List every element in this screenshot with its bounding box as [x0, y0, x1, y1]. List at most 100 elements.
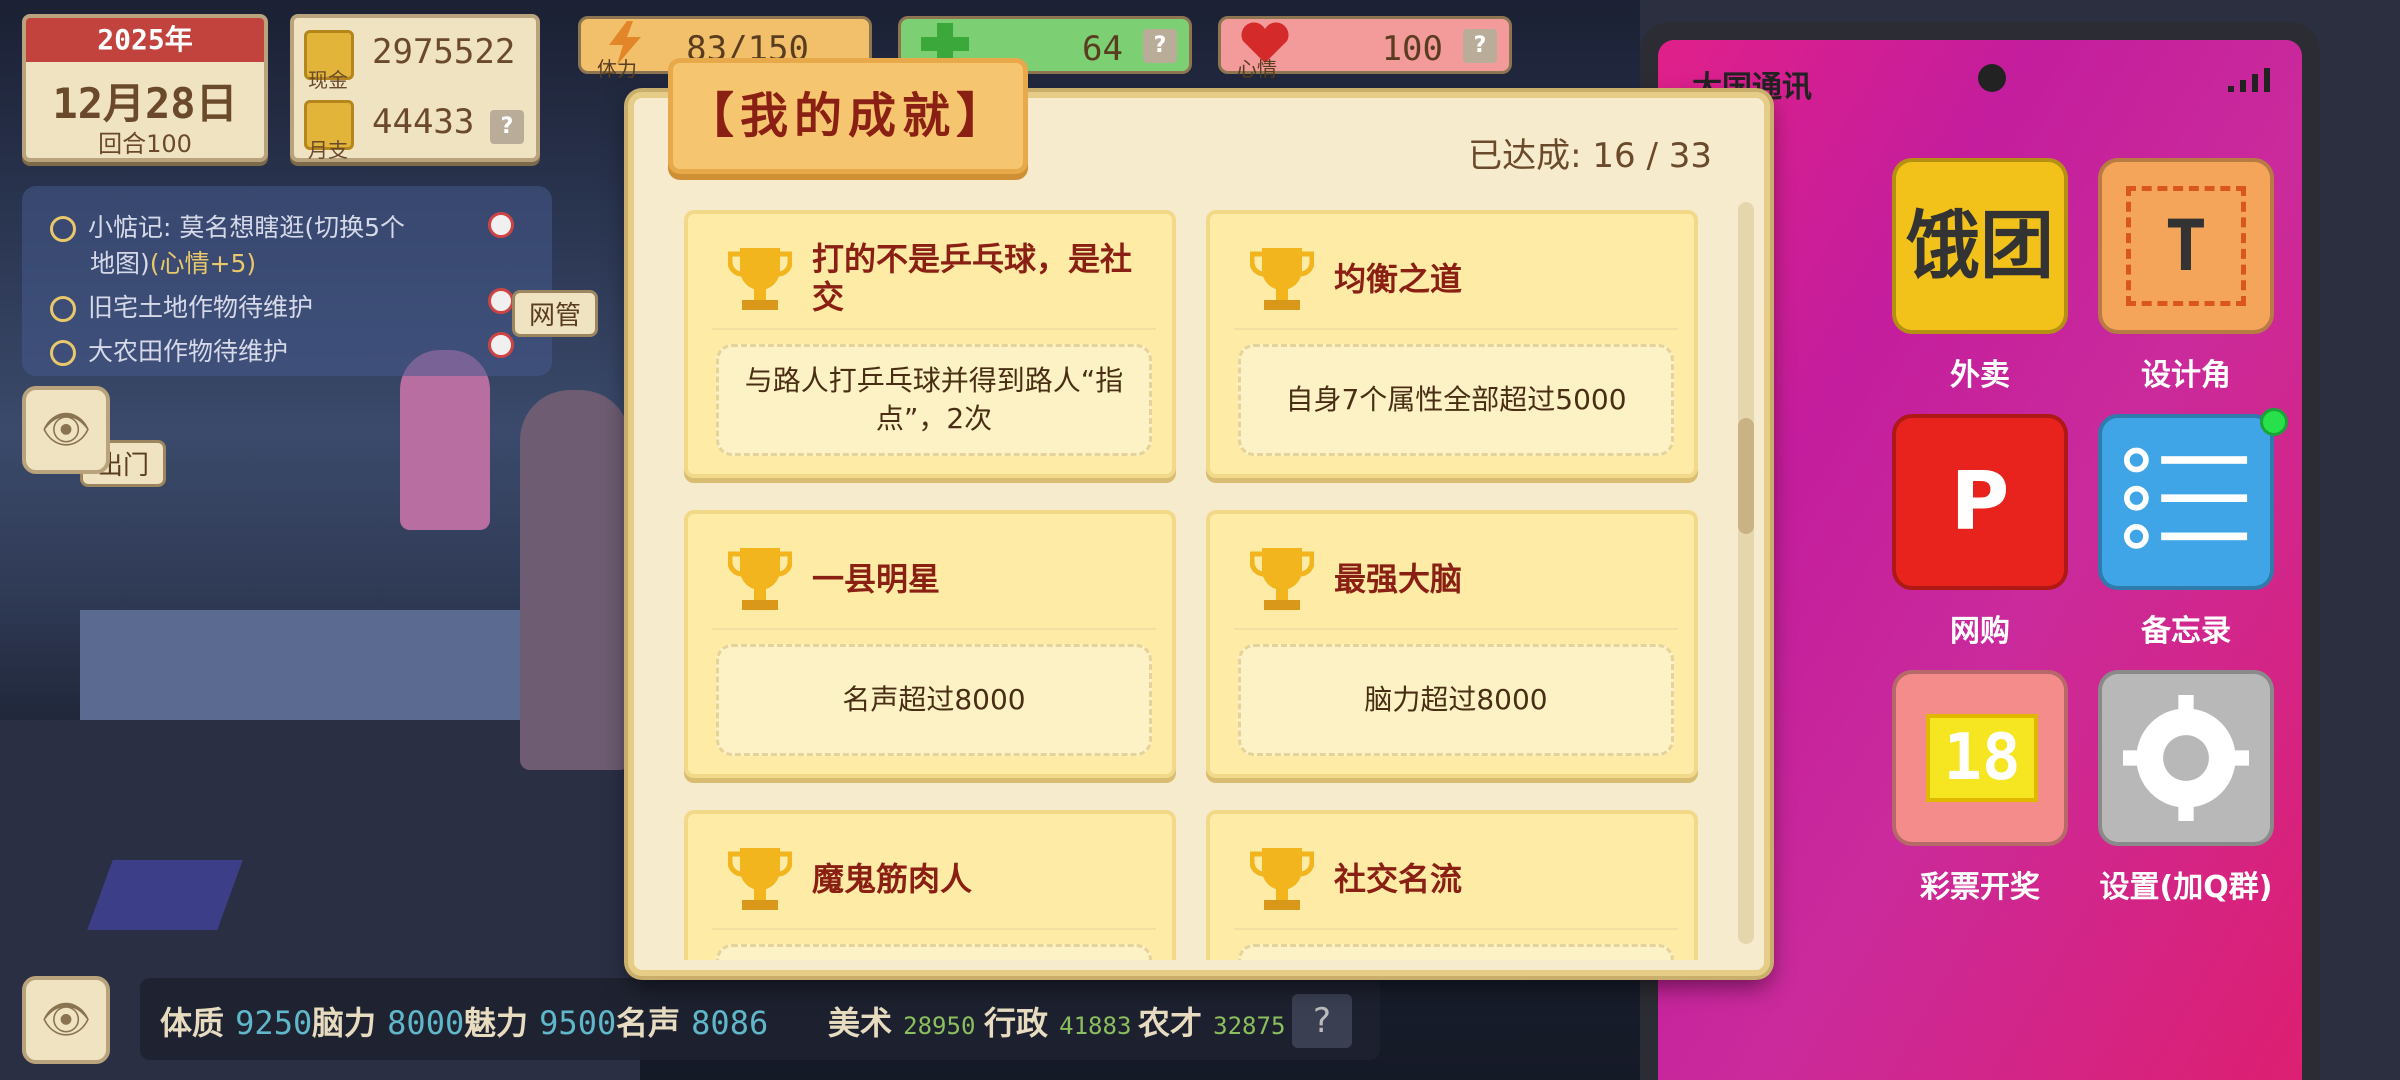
task-checkbox[interactable]	[50, 340, 76, 366]
achievements-dialog: 【我的成就】 已达成: 16 / 33 打的不是乒乓球，是社交 与路人打乒乓球并…	[628, 58, 1770, 976]
achievement-card[interactable]: 魔鬼筋肉人	[684, 810, 1176, 960]
date-panel: 2025年 12月28日 回合100	[22, 14, 268, 162]
achievement-title: 一县明星	[812, 560, 941, 598]
divider	[1234, 928, 1678, 930]
cash-value: 2975522	[372, 32, 516, 72]
settings-gear-icon	[2123, 695, 2249, 821]
eye-icon[interactable]: 👁	[22, 386, 110, 474]
trophy-icon	[1250, 848, 1314, 910]
mood-help-button[interactable]: ?	[1463, 29, 1497, 63]
achievement-description: 与路人打乒乓球并得到路人“指点”，2次	[716, 344, 1152, 456]
achievement-card[interactable]: 社交名流	[1206, 810, 1698, 960]
task-checkbox[interactable]	[50, 296, 76, 322]
shopping-icon: P	[1950, 455, 2010, 548]
task-item-continued: 地图)(心情+5)	[90, 244, 256, 280]
shopping-app[interactable]: P	[1892, 414, 2068, 590]
attr-admin: 行政 41883	[984, 1004, 1132, 1042]
achievements-scrollbar[interactable]	[1738, 202, 1754, 944]
achievement-description: 脑力超过8000	[1238, 644, 1674, 756]
achievements-title: 【我的成就】	[668, 58, 1028, 174]
task-list: 小惦记: 莫名想瞎逛(切换5个 地图)(心情+5) 旧宅土地作物待维护 大农田作…	[22, 186, 552, 376]
task-text: 大农田作物待维护	[88, 337, 289, 366]
health-value: 64	[1082, 29, 1123, 69]
clock-icon	[488, 212, 514, 238]
clock-icon	[488, 288, 514, 314]
attr-farming: 农才 32875	[1138, 1004, 1286, 1042]
divider	[712, 628, 1156, 630]
health-help-button[interactable]: ?	[1143, 29, 1177, 63]
scrollbar-thumb[interactable]	[1738, 418, 1754, 534]
lottery-app[interactable]: 18	[1892, 670, 2068, 846]
design-icon: T	[2126, 186, 2246, 306]
achievement-title: 魔鬼筋肉人	[812, 860, 973, 898]
attr-fame: 名声 8086	[616, 1004, 769, 1042]
character-man	[520, 390, 630, 770]
stamina-label: 体力	[597, 57, 637, 81]
achievement-card[interactable]: 最强大脑 脑力超过8000	[1206, 510, 1698, 778]
task-bonus: (心情+5)	[149, 249, 257, 278]
attr-art: 美术 28950	[828, 1004, 976, 1042]
food-delivery-icon: 饿团	[1906, 203, 2054, 289]
cash-label: 现金	[308, 68, 348, 92]
trophy-icon	[728, 548, 792, 610]
task-item[interactable]: 旧宅土地作物待维护	[50, 288, 313, 324]
monthly-label: 月支	[308, 138, 348, 162]
clock-icon	[488, 332, 514, 358]
achievement-card[interactable]: 一县明星 名声超过8000	[684, 510, 1176, 778]
date-label: 12月28日	[52, 79, 238, 128]
rug	[87, 860, 243, 930]
divider	[712, 928, 1156, 930]
notification-dot	[2260, 408, 2288, 436]
mood-pill[interactable]: 心情 100 ?	[1218, 16, 1512, 81]
attr-brain: 脑力 8000	[312, 1004, 465, 1042]
achievement-title: 社交名流	[1334, 860, 1463, 898]
task-text: 地图)	[90, 249, 150, 278]
achievement-description: 自身7个属性全部超过5000	[1238, 344, 1674, 456]
app-label: 网购	[1950, 614, 2010, 649]
divider	[712, 328, 1156, 330]
app-label: 设置(加Q群)	[2099, 870, 2273, 905]
achievement-title: 打的不是乒乓球，是社交	[812, 240, 1133, 316]
attr-charm: 魅力 9500	[464, 1004, 617, 1042]
achievements-progress: 已达成: 16 / 33	[1468, 136, 1712, 176]
achievement-card[interactable]: 均衡之道 自身7个属性全部超过5000	[1206, 210, 1698, 478]
netadmin-tag[interactable]: 网管	[512, 290, 599, 337]
task-text: 旧宅土地作物待维护	[88, 293, 314, 322]
app-label: 设计角	[2141, 358, 2231, 393]
mood-label: 心情	[1237, 57, 1277, 81]
eye-icon[interactable]: 👁	[22, 976, 110, 1064]
achievement-card[interactable]: 打的不是乒乓球，是社交 与路人打乒乓球并得到路人“指点”，2次	[684, 210, 1176, 478]
divider	[1234, 328, 1678, 330]
achievement-description	[716, 944, 1152, 960]
settings-app[interactable]	[2098, 670, 2274, 846]
task-checkbox[interactable]	[50, 216, 76, 242]
attribute-bar: 体质 9250 脑力 8000 魅力 9500 名声 8086 美术 28950…	[140, 978, 1380, 1060]
achievements-list[interactable]: 打的不是乒乓球，是社交 与路人打乒乓球并得到路人“指点”，2次 均衡之道 自身7…	[684, 210, 1698, 960]
design-app[interactable]: T	[2098, 158, 2274, 334]
attr-physique: 体质 9250	[160, 1004, 313, 1042]
trophy-icon	[728, 848, 792, 910]
trophy-icon	[728, 248, 792, 310]
achievement-title: 最强大脑	[1334, 560, 1463, 598]
trophy-icon	[1250, 248, 1314, 310]
app-label: 备忘录	[2141, 614, 2231, 649]
memo-app[interactable]	[2098, 414, 2274, 590]
monthly-value: 44433	[372, 102, 475, 142]
achievement-title: 均衡之道	[1334, 260, 1463, 298]
food-delivery-app[interactable]: 饿团	[1892, 158, 2068, 334]
task-item[interactable]: 小惦记: 莫名想瞎逛(切换5个	[50, 208, 405, 244]
app-label: 彩票开奖	[1920, 870, 2040, 905]
money-help-button[interactable]: ?	[490, 110, 524, 144]
cash-row: 现金 2975522	[304, 26, 534, 92]
mood-value: 100	[1381, 29, 1443, 69]
camera-icon	[1978, 64, 2006, 92]
attributes-help-button[interactable]: ?	[1292, 994, 1352, 1048]
year-label: 2025年	[26, 18, 264, 62]
memo-icon	[2123, 447, 2248, 549]
app-label: 外卖	[1950, 358, 2010, 393]
divider	[1234, 628, 1678, 630]
task-text: 小惦记: 莫名想瞎逛(切换5个	[88, 213, 406, 242]
signal-icon	[2228, 68, 2270, 92]
trophy-icon	[1250, 548, 1314, 610]
task-item[interactable]: 大农田作物待维护	[50, 332, 288, 368]
